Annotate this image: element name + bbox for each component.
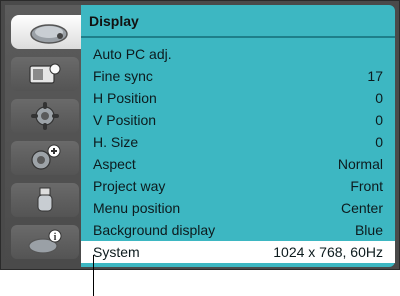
title-divider [81,36,395,38]
gear-icon [31,102,59,130]
menu-item-value: 17 [367,68,383,84]
menu-item-label: Aspect [93,156,136,172]
menu-item[interactable]: H Position 0 [81,87,395,109]
callout-line [93,255,94,296]
menu-item[interactable]: Background display Blue [81,219,395,241]
menu-item-value: Center [340,200,383,216]
menu-item-label: H. Size [93,134,139,150]
menu-panel: Display Auto PC adj. Fine sync 17 H Posi… [81,5,395,267]
menu-item[interactable]: Project way Front [81,175,395,197]
menu-item-value: Front [350,178,383,194]
menu-list: Auto PC adj. Fine sync 17 H Position 0 V… [81,43,395,263]
osd-frame: i Display Auto PC adj. Fine sync 17 H Po… [0,0,400,270]
menu-item[interactable]: H. Size 0 [81,131,395,153]
menu-item-label: V Position [93,112,157,128]
sidebar-item-setting[interactable] [11,99,79,133]
sidebar: i [5,5,87,267]
sidebar-item-info[interactable]: i [11,225,79,259]
info-icon: i [28,229,62,254]
menu-item-label: Auto PC adj. [93,46,172,62]
menu-item[interactable]: Aspect Normal [81,153,395,175]
svg-text:i: i [54,232,57,243]
menu-title: Display [89,13,139,29]
usb-icon [37,187,53,212]
menu-item-value: Blue [354,222,383,238]
menu-item[interactable]: Fine sync 17 [81,65,395,87]
menu-item[interactable]: V Position 0 [81,109,395,131]
menu-item-label: H Position [93,90,157,106]
menu-item-value: 0 [375,90,383,106]
menu-item-label: Fine sync [93,68,153,84]
menu-item-value: 1024 x 768, 60Hz [273,244,383,260]
display-icon [30,24,68,44]
menu-item-label: System [93,244,140,260]
sidebar-item-display[interactable] [11,15,87,49]
gear-plus-icon [31,144,61,170]
menu-item[interactable]: System 1024 x 768, 60Hz [81,241,395,263]
menu-item-value: 0 [375,134,383,150]
sidebar-item-expanded[interactable] [11,141,79,175]
picture-icon [29,63,61,84]
menu-item[interactable]: Auto PC adj. [81,43,395,65]
sidebar-item-picture[interactable] [11,57,79,91]
menu-item-value: Normal [337,156,383,172]
sidebar-item-usb[interactable] [11,183,79,217]
menu-item-label: Menu position [93,200,181,216]
menu-item[interactable]: Menu position Center [81,197,395,219]
menu-item-label: Project way [93,178,166,194]
menu-item-value: 0 [375,112,383,128]
menu-item-label: Background display [93,222,216,238]
